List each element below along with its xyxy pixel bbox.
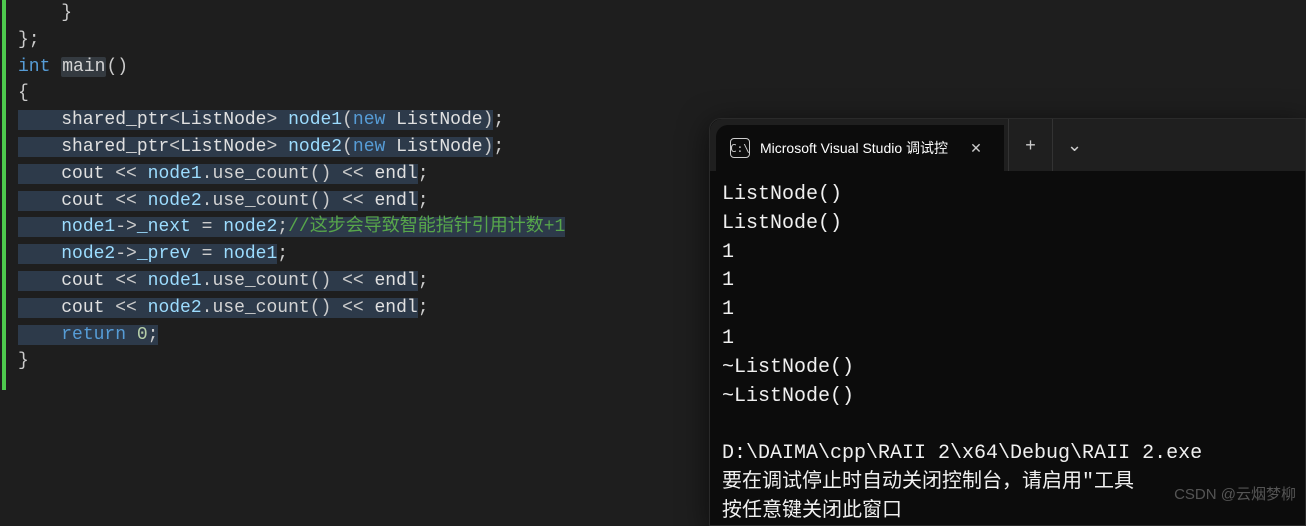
code-line[interactable]: } [18,0,565,27]
code-line[interactable]: shared_ptr<ListNode> node2(new ListNode)… [18,134,565,161]
code-line[interactable]: cout << node2.use_count() << endl; [18,188,565,215]
close-icon[interactable]: ✕ [962,134,990,162]
code-line[interactable]: shared_ptr<ListNode> node1(new ListNode)… [18,107,565,134]
code-line[interactable]: { [18,80,565,107]
code-line[interactable]: cout << node1.use_count() << endl; [18,268,565,295]
terminal-tab-title: Microsoft Visual Studio 调试控 [760,138,948,158]
terminal-titlebar: C:\ Microsoft Visual Studio 调试控 ✕ + ⌄ [710,119,1305,171]
code-line[interactable]: node1->_next = node2;//这步会导致智能指针引用计数+1 [18,214,565,241]
titlebar-actions: + ⌄ [1008,119,1096,171]
terminal-icon: C:\ [730,138,750,158]
code-line[interactable]: node2->_prev = node1; [18,241,565,268]
code-line[interactable]: int main() [18,54,565,81]
fold-gutter [0,0,14,526]
tab-dropdown-button[interactable]: ⌄ [1052,119,1096,171]
plus-icon: + [1025,135,1036,156]
code-line[interactable]: cout << node2.use_count() << endl; [18,295,565,322]
code-line[interactable]: } [18,348,565,375]
code-line[interactable]: return 0; [18,322,565,349]
new-tab-button[interactable]: + [1008,119,1052,171]
terminal-tab[interactable]: C:\ Microsoft Visual Studio 调试控 ✕ [716,125,1004,171]
terminal-window[interactable]: C:\ Microsoft Visual Studio 调试控 ✕ + ⌄ Li… [709,118,1306,526]
change-indicator [2,0,6,390]
chevron-down-icon: ⌄ [1067,135,1082,156]
code-area[interactable]: }};int main(){ shared_ptr<ListNode> node… [18,0,565,375]
code-line[interactable]: cout << node1.use_count() << endl; [18,161,565,188]
code-line[interactable]: }; [18,27,565,54]
terminal-output[interactable]: ListNode() ListNode() 1 1 1 1 ~ListNode(… [710,171,1305,526]
